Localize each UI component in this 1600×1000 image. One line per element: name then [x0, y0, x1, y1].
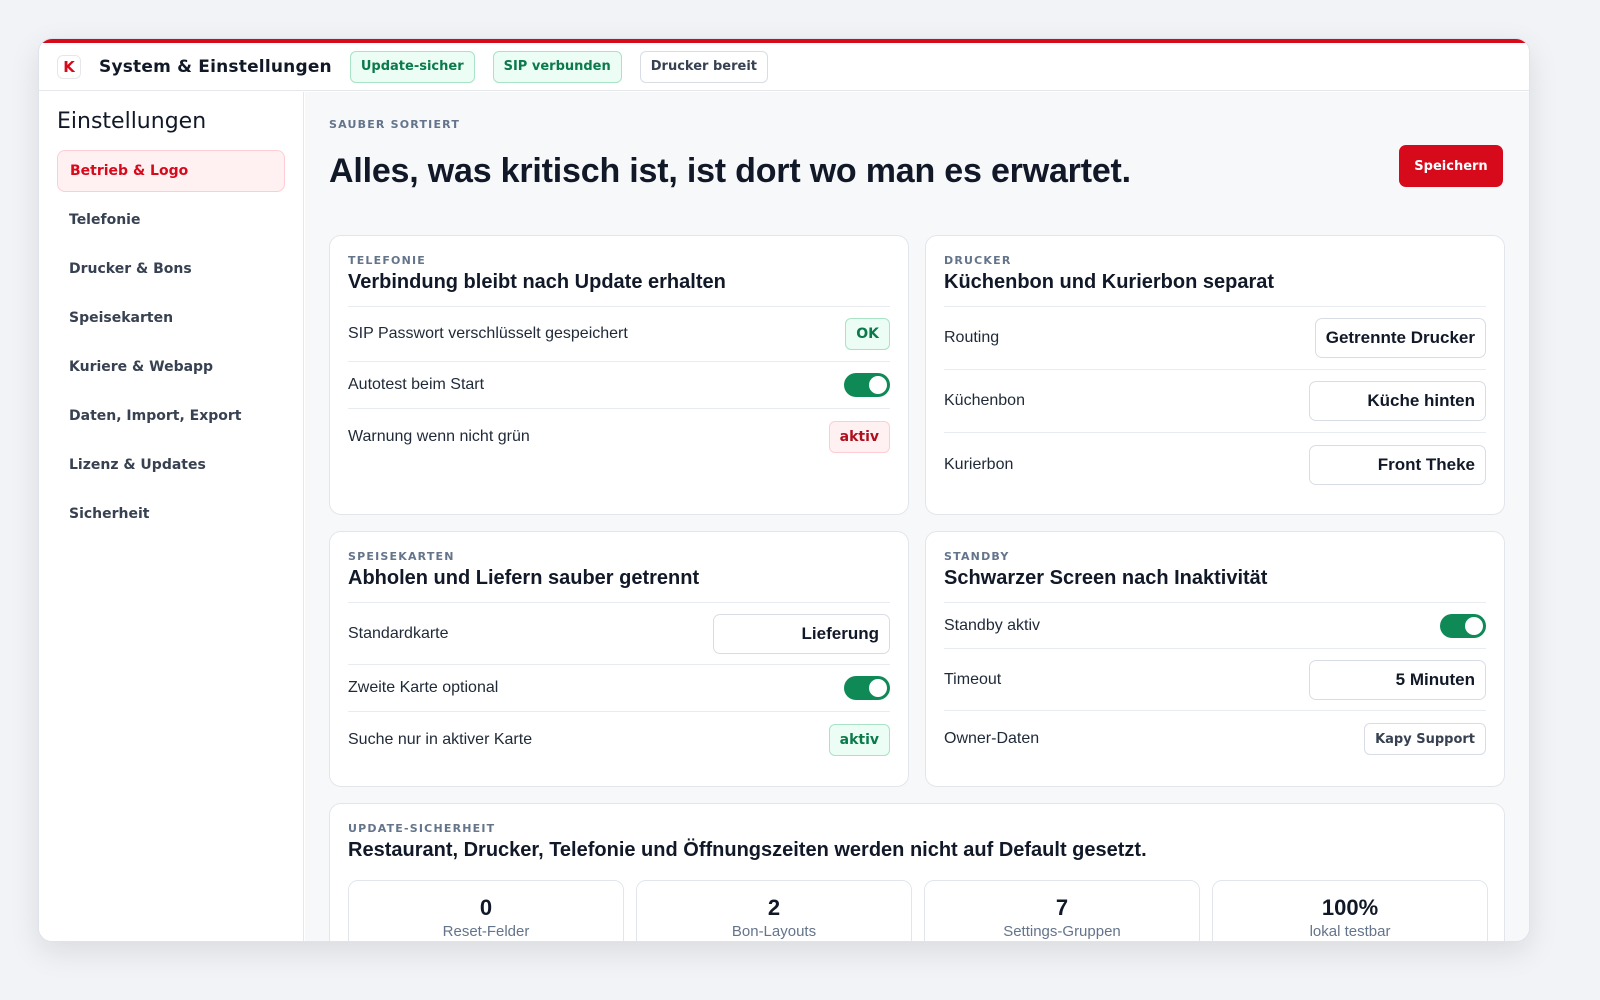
setting-row: Owner-Daten Kapy Support	[944, 711, 1486, 767]
setting-label: Suche nur in aktiver Karte	[348, 730, 533, 748]
setting-label: Kurierbon	[944, 455, 1014, 473]
second-menu-toggle[interactable]	[844, 676, 890, 700]
setting-row: Standardkarte Lieferung	[348, 603, 890, 665]
kurierbon-select[interactable]: Front Theke	[1309, 444, 1486, 485]
setting-row: Suche nur in aktiver Karte aktiv	[348, 712, 890, 767]
sidebar-item-betrieb-logo[interactable]: Betrieb & Logo	[57, 150, 285, 192]
card-standby: STANDBY Schwarzer Screen nach Inaktivitä…	[925, 531, 1505, 787]
setting-label: Zweite Karte optional	[348, 679, 499, 696]
sidebar-item-sicherheit[interactable]: Sicherheit	[57, 493, 285, 535]
topbar: K System & Einstellungen Update-sicher S…	[39, 43, 1529, 91]
card-title: Schwarzer Screen nach Inaktivität	[944, 567, 1268, 589]
status-badge-printer: Drucker bereit	[639, 50, 768, 83]
card-kicker: TELEFONIE	[348, 254, 427, 267]
toggle-knob	[869, 679, 887, 697]
app-title: System & Einstellungen	[99, 56, 332, 77]
sidebar-item-kuriere-webapp[interactable]: Kuriere & Webapp	[57, 346, 285, 388]
sidebar: Einstellungen Betrieb & Logo Telefonie D…	[39, 92, 304, 941]
main-content: SAUBER SORTIERT Alles, was kritisch ist,…	[305, 92, 1529, 941]
autotest-toggle[interactable]	[844, 373, 890, 397]
section-kicker: SAUBER SORTIERT	[329, 118, 461, 131]
standby-toggle[interactable]	[1440, 613, 1486, 638]
stat-settings-groups: 7 Settings-Gruppen	[924, 880, 1200, 941]
setting-label: Routing	[944, 329, 1000, 346]
card-kicker: STANDBY	[944, 550, 1010, 563]
setting-label: Warnung wenn nicht grün	[348, 427, 530, 445]
setting-label: Standardkarte	[348, 624, 449, 642]
kuechenbon-select[interactable]: Küche hinten	[1309, 381, 1486, 421]
setting-row: Timeout 5 Minuten	[944, 649, 1486, 711]
card-kicker: UPDATE-SICHERHEIT	[348, 822, 496, 835]
card-kicker: SPEISEKARTEN	[348, 550, 455, 563]
sidebar-item-daten[interactable]: Daten, Import, Export	[57, 395, 285, 437]
card-update-sicherheit: UPDATE-SICHERHEIT Restaurant, Drucker, T…	[329, 803, 1505, 941]
setting-label: SIP Passwort verschlüsselt gespeichert	[348, 325, 628, 342]
status-badge-aktiv-warning: aktiv	[828, 420, 890, 453]
stat-bon-layouts: 2 Bon-Layouts	[636, 880, 912, 941]
sidebar-item-drucker-bons[interactable]: Drucker & Bons	[57, 248, 285, 290]
stat-reset-fields: 0 Reset-Felder	[348, 880, 624, 941]
stat-label: Reset-Felder	[442, 923, 530, 940]
stat-value: 100%	[1321, 895, 1379, 920]
app-window: K System & Einstellungen Update-sicher S…	[38, 38, 1530, 942]
setting-row: Zweite Karte optional	[348, 665, 890, 712]
setting-label: Timeout	[944, 670, 1002, 688]
status-badge-ok: OK	[845, 318, 890, 350]
owner-badge: Kapy Support	[1364, 723, 1486, 755]
setting-row: Standby aktiv	[944, 603, 1486, 649]
stat-local-testable: 100% lokal testbar	[1212, 880, 1488, 941]
sidebar-title: Einstellungen	[57, 109, 207, 134]
status-badge-sip: SIP verbunden	[492, 50, 622, 83]
setting-row: Küchenbon Küche hinten	[944, 370, 1486, 433]
card-title: Küchenbon und Kurierbon separat	[944, 271, 1275, 293]
toggle-knob	[869, 376, 887, 394]
card-kicker: DRUCKER	[944, 254, 1012, 267]
routing-select[interactable]: Getrennte Drucker	[1314, 318, 1486, 358]
standardkarte-select[interactable]: Lieferung	[713, 613, 890, 654]
card-title: Verbindung bleibt nach Update erhalten	[348, 271, 726, 293]
timeout-select[interactable]: 5 Minuten	[1309, 659, 1486, 700]
setting-label: Owner-Daten	[944, 730, 1040, 747]
setting-label: Küchenbon	[944, 392, 1025, 409]
card-drucker: DRUCKER Küchenbon und Kurierbon separat …	[925, 235, 1505, 515]
sidebar-item-telefonie[interactable]: Telefonie	[57, 199, 285, 241]
toggle-knob	[1465, 616, 1483, 635]
stat-label: Settings-Gruppen	[1003, 923, 1121, 940]
setting-label: Standby aktiv	[944, 616, 1041, 634]
sidebar-item-lizenz-updates[interactable]: Lizenz & Updates	[57, 444, 285, 486]
stat-label: lokal testbar	[1309, 923, 1391, 940]
stat-value: 7	[1055, 895, 1069, 920]
stat-value: 0	[479, 895, 493, 920]
stat-value: 2	[767, 895, 781, 920]
setting-row: Routing Getrennte Drucker	[944, 307, 1486, 370]
sidebar-item-speisekarten[interactable]: Speisekarten	[57, 297, 285, 339]
status-badge-aktiv: aktiv	[828, 723, 890, 756]
setting-row: Warnung wenn nicht grün aktiv	[348, 409, 890, 464]
setting-row: SIP Passwort verschlüsselt gespeichert O…	[348, 307, 890, 362]
setting-row: Autotest beim Start	[348, 362, 890, 409]
status-badge-update-safe: Update-sicher	[349, 50, 475, 83]
app-logo: K	[57, 54, 81, 79]
card-title: Abholen und Liefern sauber getrennt	[348, 567, 700, 589]
stat-label: Bon-Layouts	[731, 923, 817, 940]
setting-label: Autotest beim Start	[348, 376, 485, 393]
card-speisekarten: SPEISEKARTEN Abholen und Liefern sauber …	[329, 531, 909, 787]
setting-row: Kurierbon Front Theke	[944, 433, 1486, 496]
save-button[interactable]: Speichern	[1399, 145, 1503, 187]
page-title: Alles, was kritisch ist, ist dort wo man…	[329, 152, 1131, 190]
card-title: Restaurant, Drucker, Telefonie und Öffnu…	[348, 839, 1147, 861]
card-telefonie: TELEFONIE Verbindung bleibt nach Update …	[329, 235, 909, 515]
